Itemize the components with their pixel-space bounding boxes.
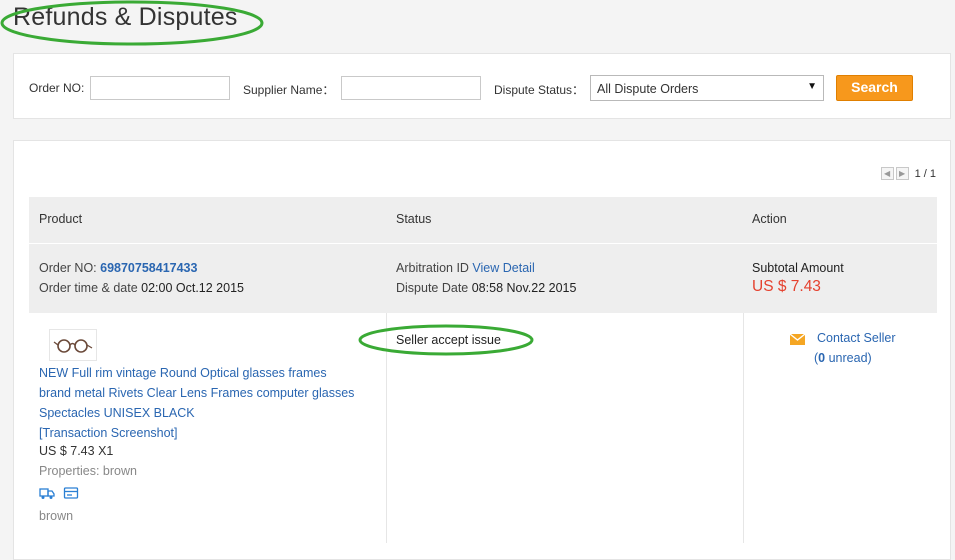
- order-no-label: Order NO:: [29, 81, 85, 95]
- search-button[interactable]: Search: [836, 75, 913, 101]
- results-panel: ◀ ▶ 1 / 1 Product Status Action Order NO…: [13, 140, 951, 560]
- product-properties: Properties: brown: [39, 464, 137, 478]
- page-title: Refunds & Disputes: [13, 3, 238, 31]
- product-title-line: brand metal Rivets Clear Lens Frames com…: [39, 386, 355, 400]
- dispute-status-label: Dispute Status：: [494, 83, 585, 97]
- product-icon-row: [39, 486, 79, 500]
- order-summary-row: Order NO: 69870758417433 Order time & da…: [29, 243, 937, 313]
- column-header-product: Product: [39, 212, 83, 226]
- product-title-line: NEW Full rim vintage Round Optical glass…: [39, 366, 327, 380]
- order-time-line: Order time & date 02:00 Oct.12 2015: [39, 281, 244, 295]
- unread-suffix: unread): [825, 351, 872, 365]
- glasses-icon: [53, 339, 93, 353]
- column-divider: [743, 313, 744, 543]
- product-variant: brown: [39, 509, 74, 523]
- column-divider: [386, 313, 387, 543]
- product-thumbnail[interactable]: [49, 329, 97, 361]
- product-title-link[interactable]: NEW Full rim vintage Round Optical glass…: [39, 363, 384, 443]
- pager-text: 1 / 1: [914, 167, 936, 180]
- column-header-action: Action: [752, 212, 787, 226]
- unread-messages-link[interactable]: (0 unread): [814, 351, 872, 365]
- order-no-line: Order NO: 69870758417433: [39, 261, 197, 275]
- product-price-qty: US $ 7.43 X1: [39, 444, 114, 458]
- view-detail-link[interactable]: View Detail: [472, 261, 534, 275]
- order-no-input[interactable]: [90, 76, 230, 100]
- dispute-status-select[interactable]: All Dispute Orders ▼: [590, 75, 824, 101]
- subtotal-label: Subtotal Amount: [752, 261, 844, 275]
- next-page-icon[interactable]: ▶: [895, 167, 909, 180]
- order-time-value: 02:00 Oct.12 2015: [141, 281, 244, 295]
- subtotal-amount: US $ 7.43: [752, 278, 821, 295]
- dispute-status-value: All Dispute Orders: [597, 82, 699, 96]
- order-no-caption: Order NO:: [39, 261, 101, 275]
- pager: ◀ ▶ 1 / 1: [880, 167, 936, 180]
- dispute-date-line: Dispute Date 08:58 Nov.22 2015: [396, 281, 576, 295]
- order-time-caption: Order time & date: [39, 281, 142, 295]
- delivery-truck-icon[interactable]: [39, 486, 55, 500]
- dispute-date-value: 08:58 Nov.22 2015: [471, 281, 577, 295]
- supplier-name-label: Supplier Name：: [243, 83, 335, 97]
- product-title-line: Spectacles UNISEX BLACK: [39, 406, 195, 420]
- search-panel: Order NO: Supplier Name： Dispute Status：…: [13, 53, 951, 119]
- contact-seller-link[interactable]: Contact Seller: [817, 331, 896, 345]
- order-detail-row: NEW Full rim vintage Round Optical glass…: [29, 313, 937, 545]
- arbitration-caption: Arbitration ID: [396, 261, 473, 275]
- envelope-icon: [790, 334, 805, 345]
- transaction-screenshot-link[interactable]: [Transaction Screenshot]: [39, 423, 384, 443]
- supplier-name-input[interactable]: [341, 76, 481, 100]
- dropdown-arrow-icon: ▼: [807, 81, 817, 92]
- prev-page-icon[interactable]: ◀: [880, 167, 894, 180]
- dispute-status-text: Seller accept issue: [396, 333, 501, 347]
- dispute-date-caption: Dispute Date: [396, 281, 472, 295]
- table-header: Product Status Action: [29, 197, 937, 243]
- card-icon[interactable]: [63, 486, 79, 500]
- column-header-status: Status: [396, 212, 432, 226]
- order-no-link[interactable]: 69870758417433: [100, 261, 197, 275]
- arbitration-line: Arbitration ID View Detail: [396, 261, 535, 275]
